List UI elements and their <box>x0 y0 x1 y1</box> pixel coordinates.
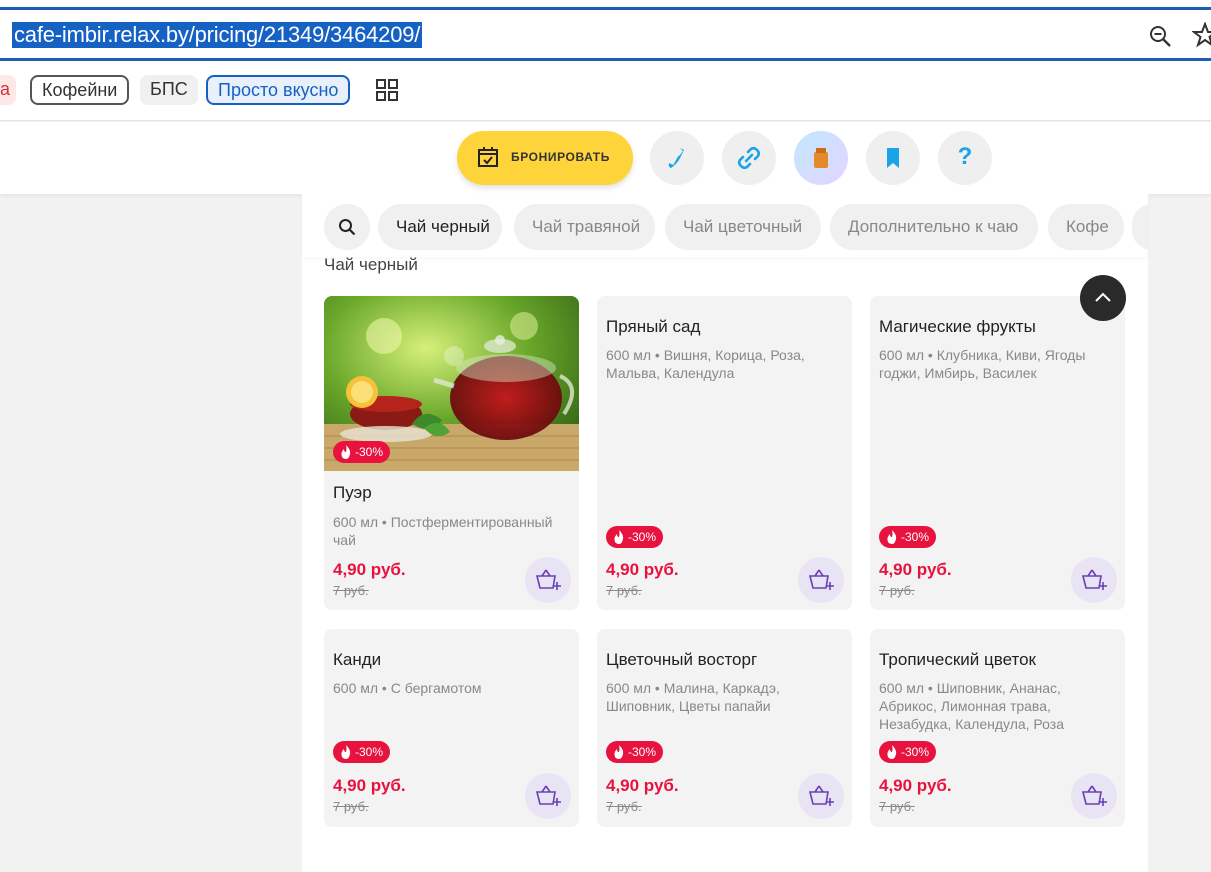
tab-tea-extras[interactable]: Дополнительно к чаю <box>830 204 1038 250</box>
product-old-price: 7 руб. <box>606 799 642 814</box>
section-title: Чай черный <box>324 255 418 274</box>
link-icon <box>737 146 761 170</box>
product-card[interactable]: Канди 600 мл • С бергамотом -30% 4,90 ру… <box>324 629 579 827</box>
product-name: Канди <box>333 650 382 669</box>
discount-text: -30% <box>355 745 384 759</box>
product-price: 4,90 руб. <box>606 776 679 795</box>
search-icon <box>339 219 356 236</box>
chip-partial[interactable]: а <box>0 75 16 105</box>
product-name: Тропический цветок <box>879 650 1036 669</box>
search-button[interactable] <box>324 204 370 250</box>
cart-add-icon <box>808 569 834 590</box>
product-price: 4,90 руб. <box>606 560 679 579</box>
chip-bps[interactable]: БПС <box>140 75 198 105</box>
chevron-up-icon <box>1095 292 1111 302</box>
browser-top-strip <box>0 0 1211 7</box>
flame-icon <box>614 745 624 759</box>
cart-add-icon <box>1081 569 1107 590</box>
product-card[interactable]: -30% Пуэр 600 мл • Постферментированный … <box>324 296 579 610</box>
tab-black-tea[interactable]: Чай черный <box>378 204 502 250</box>
product-name: Пуэр <box>333 483 372 502</box>
bookmark-icon <box>887 148 899 168</box>
discount-badge: -30% <box>879 526 937 548</box>
product-description: 600 мл • Клубника, Киви, Ягоды годжи, Им… <box>879 347 1086 381</box>
discount-badge: -30% <box>606 741 664 763</box>
star-icon[interactable] <box>1192 22 1211 48</box>
flame-icon <box>341 745 351 759</box>
product-price: 4,90 руб. <box>879 776 952 795</box>
address-bar[interactable]: cafe-imbir.relax.by/pricing/21349/346420… <box>0 7 1211 61</box>
product-price: 4,90 руб. <box>879 560 952 579</box>
phone-icon <box>668 148 684 168</box>
add-to-cart-button[interactable] <box>798 773 844 819</box>
product-card[interactable]: Тропический цветок 600 мл • Шиповник, Ан… <box>870 629 1125 827</box>
add-to-cart-button[interactable] <box>525 773 571 819</box>
discount-badge: -30% <box>879 741 937 763</box>
bag-button[interactable] <box>794 131 848 185</box>
tab-more[interactable] <box>1132 204 1148 250</box>
add-to-cart-button[interactable] <box>525 557 571 603</box>
flame-icon <box>887 745 897 759</box>
grid-icon[interactable] <box>376 79 398 101</box>
product-old-price: 7 руб. <box>879 583 915 598</box>
category-tabs: Чай черный Чай травяной Чай цветочный До… <box>302 197 1148 257</box>
product-price: 4,90 руб. <box>333 560 406 579</box>
calendar-check-icon <box>478 147 498 167</box>
discount-text: -30% <box>355 445 384 459</box>
bookmark-button[interactable] <box>866 131 920 185</box>
cart-add-icon <box>535 569 561 590</box>
product-name: Пряный сад <box>606 317 701 336</box>
product-old-price: 7 руб. <box>333 799 369 814</box>
product-name: Магические фрукты <box>879 317 1036 336</box>
action-bar: БРОНИРОВАТЬ ? <box>0 122 1211 194</box>
link-button[interactable] <box>722 131 776 185</box>
product-description: 600 мл • С бергамотом <box>333 680 482 696</box>
product-description: 600 мл • Постферментированный чай <box>333 514 553 548</box>
product-description: 600 мл • Вишня, Корица, Роза, Мальва, Ка… <box>606 347 805 381</box>
book-button-label: БРОНИРОВАТЬ <box>511 150 610 164</box>
discount-text: -30% <box>628 745 657 759</box>
chip-simply-tasty[interactable]: Просто вкусно <box>206 75 351 105</box>
flame-icon <box>614 530 624 544</box>
help-button[interactable]: ? <box>938 131 992 185</box>
discount-badge: -30% <box>333 741 391 763</box>
book-button[interactable]: БРОНИРОВАТЬ <box>457 131 633 185</box>
product-card[interactable]: Цветочный восторг 600 мл • Малина, Карка… <box>597 629 852 827</box>
product-description: 600 мл • Шиповник, Ананас, Абрикос, Лимо… <box>879 680 1064 732</box>
discount-badge: -30% <box>606 526 664 548</box>
cart-add-icon <box>808 785 834 806</box>
add-to-cart-button[interactable] <box>1071 557 1117 603</box>
tab-herbal-tea[interactable]: Чай травяной <box>514 204 655 250</box>
help-label: ? <box>957 143 973 170</box>
product-card[interactable]: Магические фрукты 600 мл • Клубника, Кив… <box>870 296 1125 610</box>
scroll-top-button[interactable] <box>1080 275 1126 321</box>
flame-icon <box>341 445 351 459</box>
bookmarks-chip-row: а Кофейни БПС Просто вкусно <box>0 61 1211 121</box>
discount-text: -30% <box>628 530 657 544</box>
url-text[interactable]: cafe-imbir.relax.by/pricing/21349/346420… <box>12 22 423 48</box>
add-to-cart-button[interactable] <box>1071 773 1117 819</box>
flame-icon <box>887 530 897 544</box>
product-price: 4,90 руб. <box>333 776 406 795</box>
product-old-price: 7 руб. <box>333 583 369 598</box>
phone-button[interactable] <box>650 131 704 185</box>
product-name: Цветочный восторг <box>606 650 758 669</box>
product-card[interactable]: Пряный сад 600 мл • Вишня, Корица, Роза,… <box>597 296 852 610</box>
add-to-cart-button[interactable] <box>798 557 844 603</box>
zoom-icon[interactable] <box>1148 24 1172 48</box>
discount-text: -30% <box>901 530 930 544</box>
product-old-price: 7 руб. <box>879 799 915 814</box>
product-description: 600 мл • Малина, Каркадэ, Шиповник, Цвет… <box>606 680 780 714</box>
discount-badge: -30% <box>333 441 391 463</box>
tab-coffee[interactable]: Кофе <box>1048 204 1124 250</box>
chip-coffee-shops[interactable]: Кофейни <box>30 75 130 105</box>
bag-icon <box>814 148 828 168</box>
product-old-price: 7 руб. <box>606 583 642 598</box>
discount-text: -30% <box>901 745 930 759</box>
tab-flower-tea[interactable]: Чай цветочный <box>665 204 821 250</box>
cart-add-icon <box>535 785 561 806</box>
cart-add-icon <box>1081 785 1107 806</box>
